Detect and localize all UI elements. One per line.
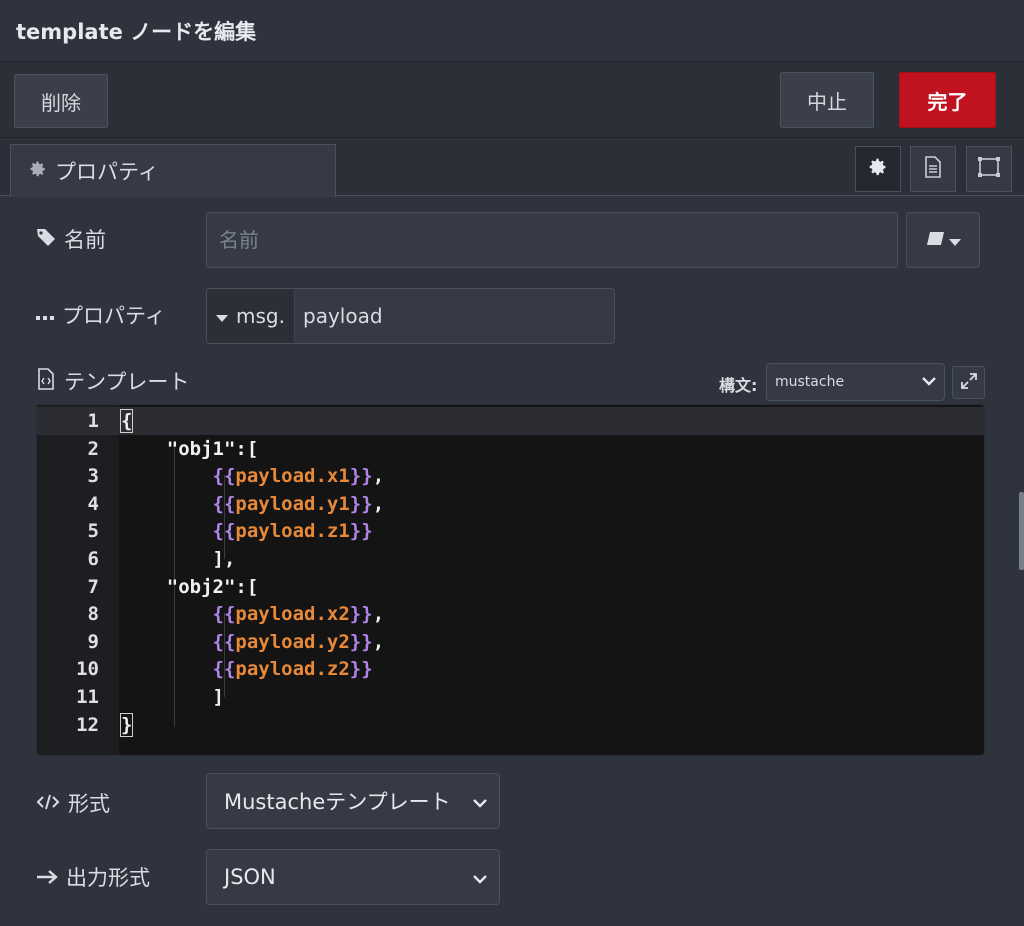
delete-button[interactable]: 削除 xyxy=(14,74,108,128)
line-number: 8 xyxy=(87,603,99,626)
chevron-down-icon xyxy=(473,865,487,889)
code-text: ] xyxy=(121,686,224,708)
line-number: 7 xyxy=(87,575,99,598)
line-number: 10 xyxy=(76,658,99,681)
chevron-down-icon xyxy=(922,374,936,390)
tab-properties[interactable]: プロパティ xyxy=(10,144,336,197)
name-label: 名前 xyxy=(36,224,106,254)
code-text: {{payload.z2}} xyxy=(212,658,373,681)
output-label: 出力形式 xyxy=(36,862,150,892)
syntax-label: 構文: xyxy=(719,376,758,395)
cancel-button[interactable]: 中止 xyxy=(780,72,874,128)
format-label: 形式 xyxy=(36,788,110,818)
arrow-right-icon xyxy=(36,865,58,889)
code-line[interactable]: 12} xyxy=(37,711,984,739)
book-icon xyxy=(925,228,945,252)
code-line[interactable]: 6 ], xyxy=(37,545,984,573)
document-icon xyxy=(923,156,943,182)
format-select[interactable]: Mustacheテンプレート xyxy=(206,773,500,829)
tab-properties-label: プロパティ xyxy=(55,160,159,184)
output-select[interactable]: JSON xyxy=(206,849,500,905)
node-icon-dropdown[interactable] xyxy=(906,212,980,268)
code-icon xyxy=(36,791,60,815)
line-number: 6 xyxy=(87,548,99,570)
ellipsis-icon xyxy=(36,303,54,327)
code-line[interactable]: 11 ] xyxy=(37,683,984,711)
line-number: 4 xyxy=(87,492,99,515)
chevron-down-icon xyxy=(473,789,487,813)
line-number: 3 xyxy=(87,465,99,488)
code-line[interactable]: 7 "obj2":[ xyxy=(37,573,984,601)
tray-header: template ノードを編集 xyxy=(0,0,1024,62)
syntax-select[interactable]: mustache xyxy=(766,363,945,401)
property-type-label: msg. xyxy=(236,304,285,328)
settings-tab-button[interactable] xyxy=(855,146,901,192)
expand-editor-button[interactable] xyxy=(952,366,985,399)
code-text: {{payload.x2}}, xyxy=(212,603,385,626)
done-button[interactable]: 完了 xyxy=(899,72,996,128)
code-line[interactable]: 3 {{payload.x1}}, xyxy=(37,462,984,490)
code-line[interactable]: 5 {{payload.z1}} xyxy=(37,517,984,545)
caret-down-icon xyxy=(949,228,961,252)
code-line[interactable]: 4 {{payload.y1}}, xyxy=(37,490,984,518)
code-text: "obj2":[ xyxy=(121,575,259,598)
gear-icon xyxy=(29,159,47,183)
code-text: } xyxy=(119,712,134,737)
code-line[interactable]: 8 {{payload.x2}}, xyxy=(37,600,984,628)
name-input[interactable] xyxy=(219,228,897,252)
description-tab-button[interactable] xyxy=(910,146,956,192)
line-number: 12 xyxy=(76,713,99,736)
code-text: { xyxy=(119,409,134,433)
line-number: 1 xyxy=(87,410,99,432)
tray-toolbar: 削除 中止 完了 xyxy=(0,62,1024,138)
syntax-select-value: mustache xyxy=(775,374,845,390)
line-number: 11 xyxy=(76,686,99,708)
name-field-wrapper xyxy=(206,212,898,268)
line-number: 5 xyxy=(87,520,99,543)
code-line[interactable]: 2 "obj1":[ xyxy=(37,435,984,463)
tray-title: template ノードを編集 xyxy=(16,19,257,44)
tabs-bar: プロパティ xyxy=(0,138,1024,197)
code-text: ], xyxy=(121,548,236,570)
output-select-value: JSON xyxy=(224,865,276,889)
line-number: 2 xyxy=(87,437,99,460)
code-text: {{payload.y2}}, xyxy=(212,630,385,653)
gear-icon xyxy=(868,157,888,181)
file-code-icon xyxy=(36,367,56,395)
template-label: テンプレート xyxy=(36,366,189,396)
format-select-value: Mustacheテンプレート xyxy=(224,790,451,814)
property-type-selector[interactable]: msg. xyxy=(207,289,295,343)
expand-icon xyxy=(960,372,977,393)
code-text: "obj1":[ xyxy=(121,437,259,460)
line-number: 9 xyxy=(87,630,99,653)
code-line[interactable]: 10 {{payload.z2}} xyxy=(37,655,984,683)
frame-icon xyxy=(977,156,1001,182)
code-text: {{payload.z1}} xyxy=(212,520,373,543)
appearance-tab-button[interactable] xyxy=(966,146,1012,192)
tag-icon xyxy=(36,227,56,252)
code-text: {{payload.y1}}, xyxy=(212,492,385,515)
property-value-input[interactable]: payload xyxy=(295,304,383,328)
code-line[interactable]: 9 {{payload.y2}}, xyxy=(37,628,984,656)
code-line[interactable]: 1{ xyxy=(37,407,984,435)
tray-scrollbar[interactable] xyxy=(1019,492,1024,570)
property-label: プロパティ xyxy=(36,300,166,330)
code-text: {{payload.x1}}, xyxy=(212,465,385,488)
template-code-editor[interactable]: 1{2 "obj1":[3 {{payload.x1}}, 4 {{payload… xyxy=(36,404,985,756)
caret-down-icon xyxy=(216,304,229,328)
property-typed-input: msg. payload xyxy=(206,288,615,344)
